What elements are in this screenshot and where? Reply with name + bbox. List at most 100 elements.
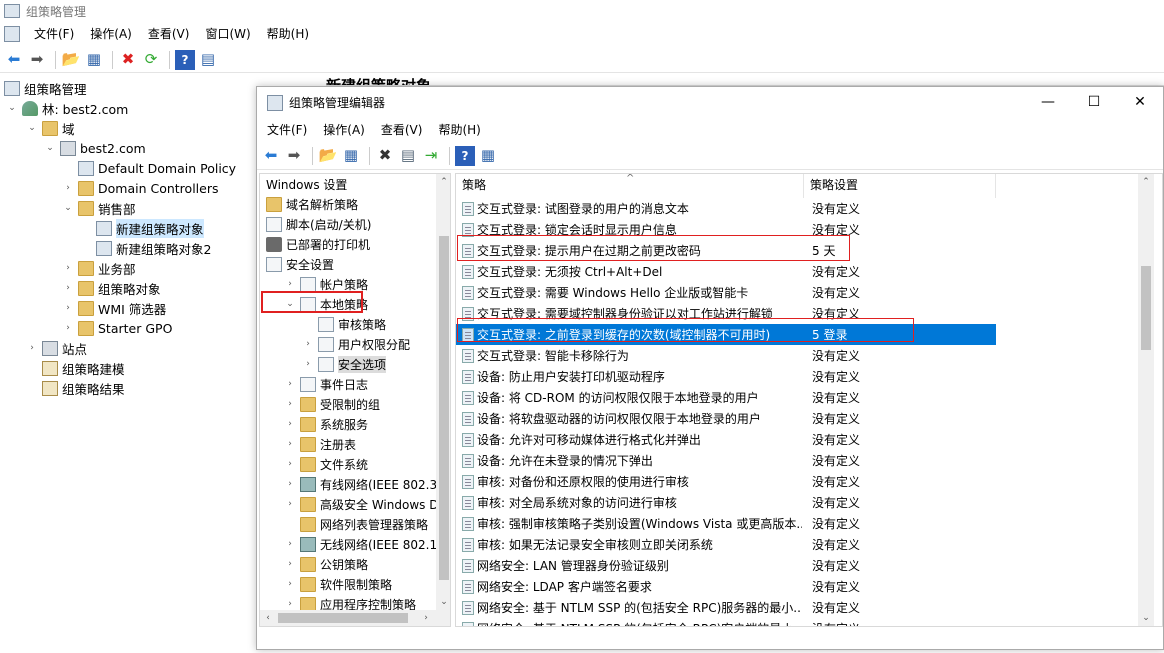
chevron-right-icon[interactable]: › <box>26 343 38 353</box>
minimize-button[interactable]: — <box>1025 87 1071 117</box>
up-folder-icon[interactable]: 📂 <box>318 146 338 166</box>
policy-row[interactable]: 网络安全: 基于 NTLM SSP 的(包括安全 RPC)客户端的最小...没有… <box>456 618 996 626</box>
policy-row[interactable]: 网络安全: LDAP 客户端签名要求 没有定义 <box>456 576 996 597</box>
chevron-right-icon[interactable]: › <box>62 283 74 293</box>
policy-row[interactable]: 交互式登录: 之前登录到缓存的次数(域控制器不可用时) 5 登录 <box>456 324 996 345</box>
tree-horizontal-scrollbar[interactable]: ‹ › <box>260 610 450 626</box>
chevron-down-icon[interactable]: ⌄ <box>26 123 38 133</box>
export-list-icon[interactable]: ⇥ <box>421 146 441 166</box>
policy-row[interactable]: 交互式登录: 智能卡移除行为 没有定义 <box>456 345 996 366</box>
chevron-right-icon[interactable]: › <box>302 339 314 349</box>
maximize-button[interactable]: ☐ <box>1071 87 1117 117</box>
editor-tree-item[interactable]: › 用户权限分配 <box>302 334 410 354</box>
tree-new-gpo[interactable]: 新建组策略对象 <box>96 218 204 238</box>
tree-gpo-objects[interactable]: › 组策略对象 <box>62 278 161 298</box>
scroll-up-icon[interactable]: ⌃ <box>436 174 450 190</box>
tree-domain-controllers[interactable]: › Domain Controllers <box>62 178 218 198</box>
scroll-down-icon[interactable]: ⌄ <box>1138 610 1154 626</box>
delete-icon[interactable]: ✖ <box>375 146 395 166</box>
policy-row[interactable]: 交互式登录: 需要域控制器身份验证以对工作站进行解锁 没有定义 <box>456 303 996 324</box>
forward-arrow-icon[interactable]: ➡ <box>284 146 304 166</box>
close-button[interactable]: ✕ <box>1117 87 1163 117</box>
show-hide-tree-icon[interactable]: ▦ <box>341 146 361 166</box>
policy-row[interactable]: 审核: 强制审核策略子类别设置(Windows Vista 或更高版本... 没有… <box>456 513 996 534</box>
policy-row[interactable]: 交互式登录: 提示用户在过期之前更改密码 5 天 <box>456 240 996 261</box>
scroll-thumb[interactable] <box>439 236 449 580</box>
editor-tree-item[interactable]: 安全设置 <box>266 254 334 274</box>
up-folder-icon[interactable]: 📂 <box>61 50 81 70</box>
policy-row[interactable]: 网络安全: LAN 管理器身份验证级别 没有定义 <box>456 555 996 576</box>
chevron-right-icon[interactable]: › <box>284 479 296 489</box>
editor-tree-item[interactable]: › 受限制的组 <box>284 394 380 414</box>
policy-row[interactable]: 设备: 防止用户安装打印机驱动程序 没有定义 <box>456 366 996 387</box>
chevron-right-icon[interactable]: › <box>62 323 74 333</box>
scroll-thumb[interactable] <box>278 613 408 623</box>
chevron-right-icon[interactable]: › <box>284 599 296 609</box>
editor-tree-item[interactable]: › 无线网络(IEEE 802.11)策 <box>284 534 450 554</box>
menu-view[interactable]: 查看(V) <box>140 23 198 45</box>
back-arrow-icon[interactable]: ⬅ <box>4 50 24 70</box>
editor-tree-item[interactable]: Windows 设置 <box>266 174 347 194</box>
editor-tree-item[interactable]: › 文件系统 <box>284 454 368 474</box>
policy-row[interactable]: 设备: 允许对可移动媒体进行格式化并弹出 没有定义 <box>456 429 996 450</box>
column-header-policy[interactable]: ^ 策略 <box>456 174 804 198</box>
tree-sites[interactable]: › 站点 <box>26 338 87 358</box>
chevron-right-icon[interactable]: › <box>284 499 296 509</box>
tree-wmi-filters[interactable]: › WMI 筛选器 <box>62 298 166 318</box>
policy-row[interactable]: 网络安全: 基于 NTLM SSP 的(包括安全 RPC)服务器的最小... 没有… <box>456 597 996 618</box>
chevron-right-icon[interactable]: › <box>284 459 296 469</box>
chevron-down-icon[interactable]: ⌄ <box>284 299 296 309</box>
show-action-pane-icon[interactable]: ▦ <box>478 146 498 166</box>
column-header-setting[interactable]: 策略设置 <box>804 174 996 198</box>
chevron-down-icon[interactable]: ⌄ <box>6 103 18 113</box>
editor-menu-view[interactable]: 查看(V) <box>373 119 431 141</box>
scroll-thumb[interactable] <box>1141 266 1151 350</box>
tree-business[interactable]: › 业务部 <box>62 258 136 278</box>
scroll-up-icon[interactable]: ⌃ <box>1138 174 1154 190</box>
chevron-down-icon[interactable]: ⌄ <box>44 143 56 153</box>
policy-row[interactable]: 交互式登录: 无须按 Ctrl+Alt+Del 没有定义 <box>456 261 996 282</box>
chevron-right-icon[interactable]: › <box>284 539 296 549</box>
menu-action[interactable]: 操作(A) <box>82 23 140 45</box>
editor-tree-item[interactable]: 已部署的打印机 <box>266 234 370 254</box>
tree-sales[interactable]: ⌄ 销售部 <box>62 198 136 218</box>
chevron-right-icon[interactable]: › <box>284 559 296 569</box>
chevron-right-icon[interactable]: › <box>284 279 296 289</box>
editor-tree-item[interactable]: › 公钥策略 <box>284 554 368 574</box>
editor-tree-item[interactable]: 审核策略 <box>302 314 386 334</box>
editor-tree-item[interactable]: › 高级安全 Windows Def <box>284 494 450 514</box>
tree-domain[interactable]: ⌄ best2.com <box>44 138 146 158</box>
tree-domains[interactable]: ⌄ 域 <box>26 118 75 138</box>
policy-row[interactable]: 交互式登录: 锁定会话时显示用户信息 没有定义 <box>456 219 996 240</box>
refresh-icon[interactable]: ⟳ <box>141 50 161 70</box>
policy-row[interactable]: 审核: 对全局系统对象的访问进行审核 没有定义 <box>456 492 996 513</box>
editor-menu-action[interactable]: 操作(A) <box>315 119 373 141</box>
policy-row[interactable]: 设备: 将软盘驱动器的访问权限仅限于本地登录的用户 没有定义 <box>456 408 996 429</box>
chevron-right-icon[interactable]: › <box>302 359 314 369</box>
tree-vertical-scrollbar[interactable]: ⌃ ⌄ <box>436 174 450 610</box>
editor-tree-item[interactable]: › 帐户策略 <box>284 274 368 294</box>
scroll-down-icon[interactable]: ⌄ <box>436 594 450 610</box>
chevron-right-icon[interactable]: › <box>62 303 74 313</box>
policy-row[interactable]: 交互式登录: 需要 Windows Hello 企业版或智能卡 没有定义 <box>456 282 996 303</box>
back-arrow-icon[interactable]: ⬅ <box>261 146 281 166</box>
tree-new-gpo-2[interactable]: 新建组策略对象2 <box>96 238 211 258</box>
policy-row[interactable]: 审核: 如果无法记录安全审核则立即关闭系统 没有定义 <box>456 534 996 555</box>
tree-root[interactable]: 组策略管理 <box>4 78 87 98</box>
forward-arrow-icon[interactable]: ➡ <box>27 50 47 70</box>
scroll-right-icon[interactable]: › <box>418 610 434 626</box>
menu-help[interactable]: 帮助(H) <box>259 23 317 45</box>
policy-row[interactable]: 设备: 将 CD-ROM 的访问权限仅限于本地登录的用户 没有定义 <box>456 387 996 408</box>
editor-tree-item[interactable]: 域名解析策略 <box>266 194 358 214</box>
chevron-right-icon[interactable]: › <box>62 263 74 273</box>
editor-tree-item[interactable]: 网络列表管理器策略 <box>284 514 428 534</box>
editor-tree-item[interactable]: › 注册表 <box>284 434 356 454</box>
tree-default-domain-policy[interactable]: Default Domain Policy <box>78 158 236 178</box>
editor-tree-item[interactable]: › 安全选项 <box>302 354 387 374</box>
tree-results[interactable]: 组策略结果 <box>42 378 125 398</box>
editor-menu-file[interactable]: 文件(F) <box>259 119 315 141</box>
editor-tree-item[interactable]: ⌄ 本地策略 <box>284 294 368 314</box>
properties-icon[interactable]: ▤ <box>398 146 418 166</box>
show-hide-tree-icon[interactable]: ▦ <box>84 50 104 70</box>
chevron-right-icon[interactable]: › <box>284 419 296 429</box>
